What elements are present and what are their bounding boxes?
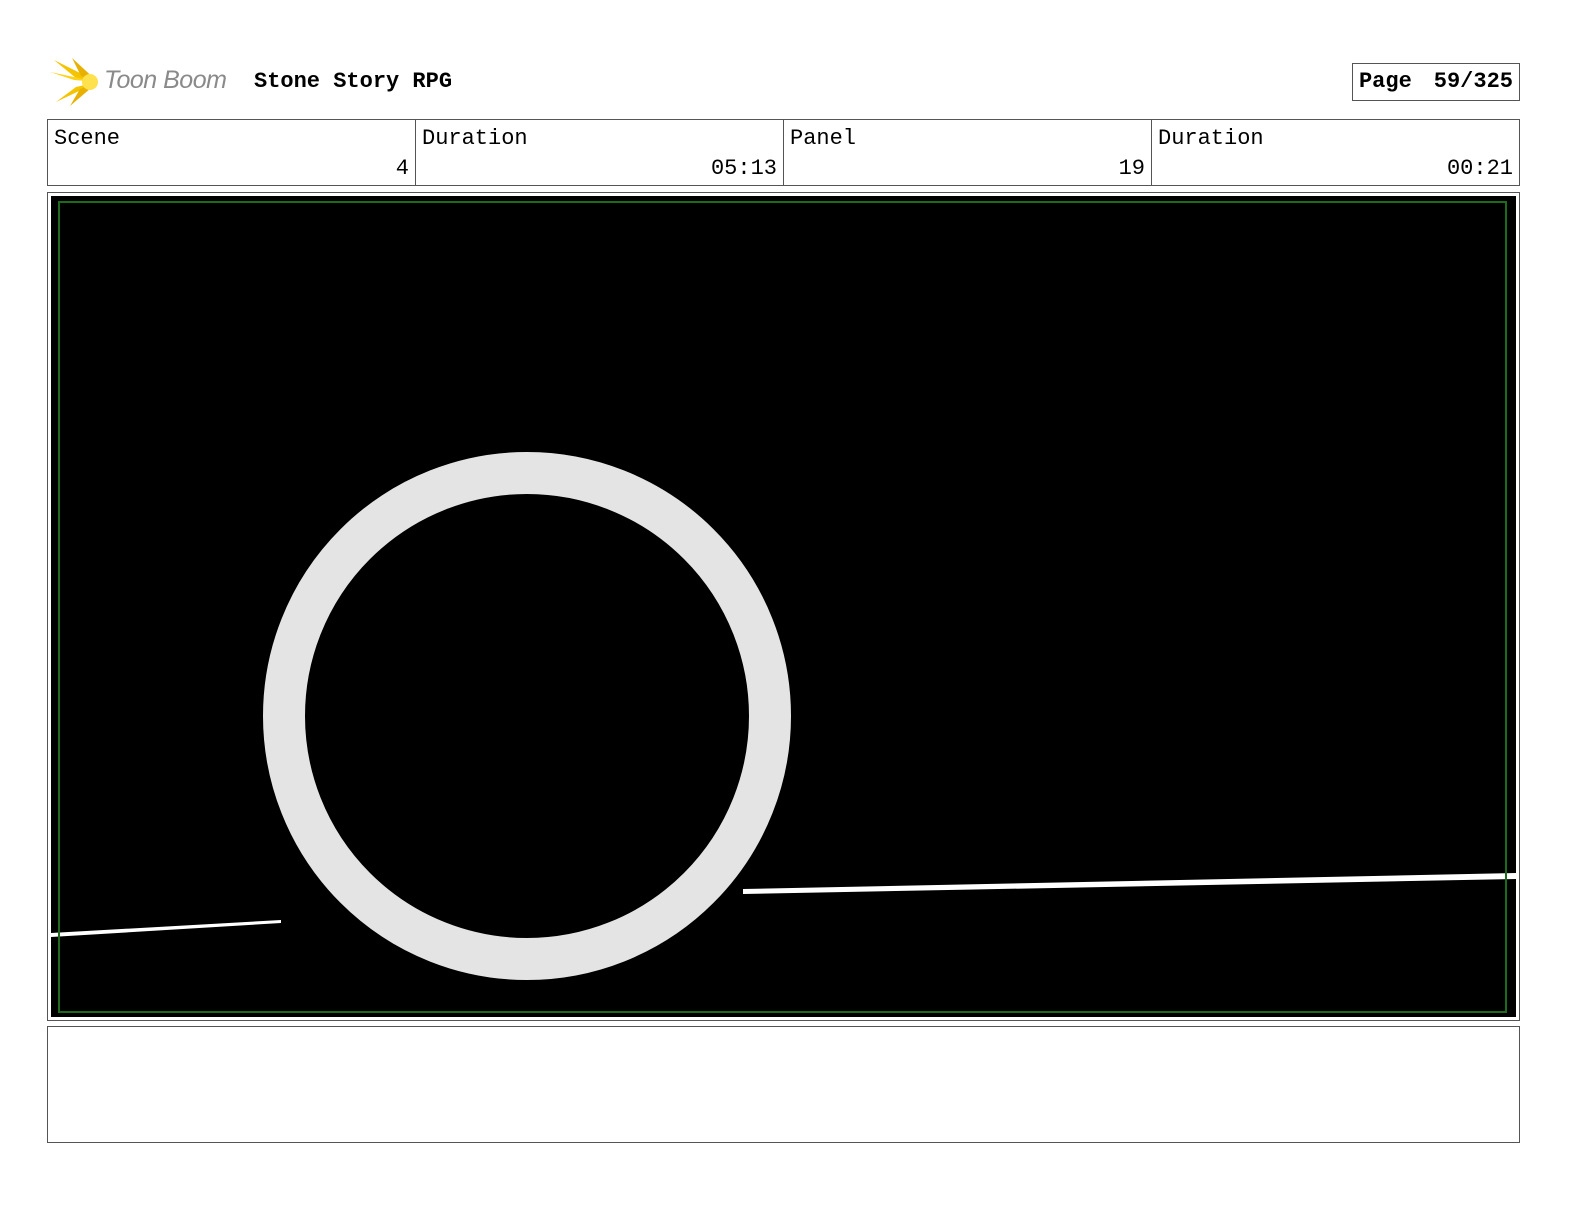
scene-duration-value: 05:13 [710, 156, 777, 181]
safe-area-frame [58, 201, 1507, 1013]
toon-boom-logo-icon [50, 58, 98, 106]
page-number: 59/325 [1433, 69, 1513, 94]
panel-label: Panel [790, 126, 857, 151]
panel-duration-label: Duration [1158, 126, 1264, 151]
panel-artwork [51, 196, 1516, 1017]
panel-notes-box[interactable] [47, 1026, 1520, 1143]
panel-duration-cell: Duration 00:21 [1152, 120, 1519, 185]
panel-duration-value: 00:21 [1446, 156, 1513, 181]
panel-cell: Panel 19 [784, 120, 1152, 185]
storyboard-header: Toon Boom Stone Story RPG Page 59/325 [50, 56, 1530, 108]
scene-duration-cell: Duration 05:13 [416, 120, 784, 185]
project-title: Stone Story RPG [254, 69, 453, 94]
page-indicator: Page 59/325 [1351, 63, 1520, 101]
scene-cell: Scene 4 [48, 120, 416, 185]
scene-duration-label: Duration [422, 126, 528, 151]
brand-name: Toon Boom [104, 66, 227, 94]
page-label: Page [1358, 69, 1412, 94]
scene-value: 4 [395, 156, 409, 181]
panel-info-table: Scene 4 Duration 05:13 Panel 19 Duration… [47, 119, 1520, 186]
panel-value: 19 [1118, 156, 1145, 181]
scene-label: Scene [54, 126, 121, 151]
panel-image-frame [47, 192, 1520, 1021]
